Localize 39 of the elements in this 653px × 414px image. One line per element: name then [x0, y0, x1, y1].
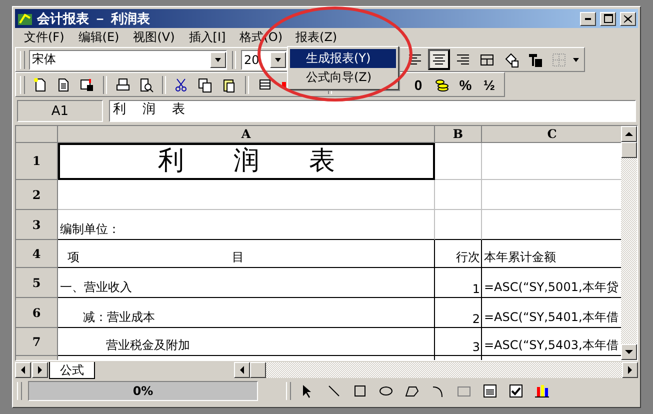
menu-item[interactable]: 视图(V) [126, 27, 182, 48]
table-cell: 行次 [435, 240, 482, 268]
menu-item[interactable]: 报表(Z) [290, 28, 344, 47]
row-header[interactable]: 7 [16, 328, 58, 356]
font-name: 宋体 [31, 51, 57, 68]
column-header[interactable]: B [435, 126, 482, 143]
toolbar-button[interactable]: ½ [478, 74, 500, 95]
table-cell: 减：营业成本 [58, 298, 435, 328]
table-cell: 1 [435, 268, 482, 298]
menu-item[interactable]: 生成报表(Y) [290, 49, 396, 68]
column-header[interactable]: C [482, 126, 621, 143]
row-header[interactable]: 4 [16, 240, 58, 268]
progress-text: 0% [132, 384, 154, 398]
table-cell: 营业税金及附加 [58, 328, 435, 356]
menu-item[interactable]: 公式向导(Z) [290, 68, 396, 87]
window-title: 会计报表 － 利润表 [37, 10, 152, 28]
font-size: 20 [243, 52, 260, 66]
row-header[interactable]: 6 [16, 298, 58, 328]
sheet-tab[interactable]: 公式 [49, 362, 95, 378]
font-name-dropdown[interactable]: 宋体 [29, 50, 227, 70]
menu-item[interactable]: 文件(F) [17, 27, 72, 48]
toolbar-button[interactable]: % [454, 74, 476, 95]
table-cell: 利 润 表 [58, 143, 435, 180]
row-header[interactable]: 1 [16, 143, 58, 180]
row-header[interactable]: 3 [16, 210, 58, 240]
table-cell: 编制单位： [58, 210, 435, 240]
name-box[interactable]: A1 [17, 100, 103, 122]
menu-item[interactable]: 编辑(E) [71, 27, 126, 48]
formula-field[interactable]: 利 润 表 [109, 100, 636, 122]
row-header[interactable]: 2 [16, 180, 58, 210]
table-cell: 2 [435, 298, 482, 328]
toolbar-button[interactable]: 0 [407, 74, 430, 95]
column-header[interactable]: A [58, 126, 435, 143]
table-cell: 3 [435, 328, 482, 356]
menu-item[interactable]: 插入[I] [182, 27, 233, 48]
table-cell: 一、营业收入 [58, 268, 435, 298]
row-header[interactable]: 5 [16, 268, 58, 298]
table-cell: 项 目 [58, 240, 435, 268]
font-size-dropdown[interactable]: 20 [241, 50, 287, 70]
